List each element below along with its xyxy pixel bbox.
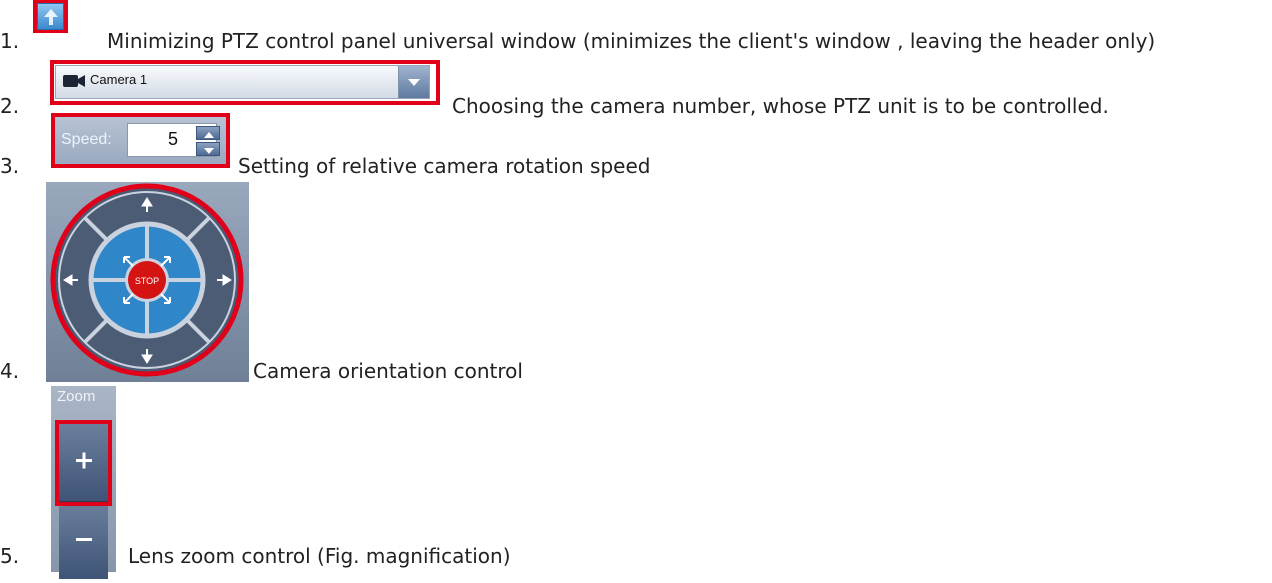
list-number-4: 4. [0, 359, 20, 383]
arrow-up-icon [44, 9, 58, 25]
item-3-description: Setting of relative camera rotation spee… [238, 154, 651, 178]
video-camera-icon [63, 75, 85, 87]
list-number-3: 3. [0, 154, 20, 178]
item-1-description: Minimizing PTZ control panel universal w… [107, 29, 1156, 53]
ptz-joystick: STOP [46, 182, 249, 382]
zoom-label: Zoom [57, 388, 96, 405]
highlight-frame-zoom [55, 420, 112, 506]
camera-select[interactable]: Camera 1 [55, 65, 430, 99]
camera-dropdown-toggle[interactable] [398, 66, 429, 98]
list-number-1: 1. [0, 29, 20, 53]
camera-select-value: Camera 1 [90, 72, 148, 87]
minimize-panel-button[interactable] [37, 3, 64, 30]
highlight-frame-speed [51, 113, 230, 168]
minus-icon [76, 538, 92, 541]
list-number-5: 5. [0, 544, 20, 568]
list-number-2: 2. [0, 94, 20, 118]
item-2-description: Choosing the camera number, whose PTZ un… [452, 94, 1109, 118]
stop-label: STOP [135, 276, 159, 286]
item-5-description: Lens zoom control (Fig. magnification) [128, 544, 511, 568]
item-4-description: Camera orientation control [253, 359, 523, 383]
chevron-down-icon [408, 79, 420, 86]
zoom-out-button[interactable] [59, 502, 108, 579]
